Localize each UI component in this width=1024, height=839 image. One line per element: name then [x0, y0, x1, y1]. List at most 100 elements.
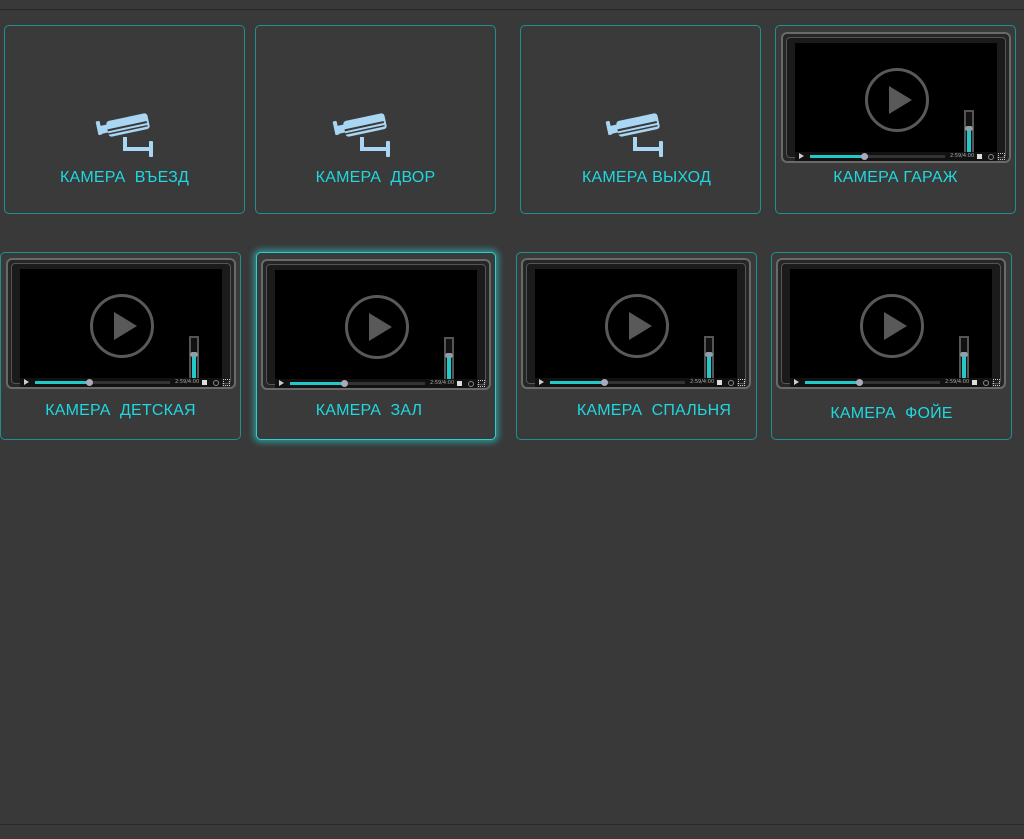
settings-icon[interactable]: [213, 380, 219, 386]
time-readout: 2:59/4:00: [430, 380, 455, 386]
camera-tile-garazh[interactable]: 2:59/4:00 КАМЕРА ГАРАЖ: [775, 25, 1016, 214]
seek-progress: [550, 381, 604, 384]
video-player[interactable]: 2:59/4:00: [781, 32, 1011, 163]
seek-knob[interactable]: [601, 379, 608, 386]
camera-label: КАМЕРА ВЫХОД: [581, 169, 712, 186]
camera-tile-detskaya[interactable]: 2:59/4:00 КАМЕРА ДЕТСКАЯ: [0, 252, 241, 440]
volume-slider[interactable]: [964, 110, 974, 156]
settings-icon[interactable]: [468, 381, 474, 387]
speaker-icon[interactable]: [202, 380, 207, 385]
volume-level: [192, 353, 196, 380]
video-screen[interactable]: [20, 269, 222, 382]
volume-level: [447, 354, 451, 381]
fullscreen-icon[interactable]: [998, 153, 1005, 160]
bottom-divider: [0, 824, 1024, 825]
settings-icon[interactable]: [728, 380, 734, 386]
player-frame: 2:59/4:00: [786, 37, 1006, 161]
fullscreen-icon[interactable]: [223, 379, 230, 386]
seek-progress: [810, 155, 864, 158]
seek-knob[interactable]: [341, 380, 348, 387]
camera-tile-spalnya[interactable]: 2:59/4:00 КАМЕРА СПАЛЬНЯ: [516, 252, 757, 440]
camera-tile-zal[interactable]: 2:59/4:00 КАМЕРА ЗАЛ: [256, 252, 496, 440]
camera-label: КАМЕРА ЗАЛ: [315, 402, 423, 419]
video-screen[interactable]: [790, 269, 992, 382]
camera-label: КАМЕРА ВЪЕЗД: [59, 169, 189, 186]
volume-knob[interactable]: [705, 352, 713, 357]
volume-knob[interactable]: [190, 352, 198, 357]
video-screen[interactable]: [535, 269, 737, 382]
seek-progress: [35, 381, 89, 384]
video-player[interactable]: 2:59/4:00: [6, 258, 236, 389]
player-controls: 2:59/4:00: [535, 378, 745, 387]
time-readout: 2:59/4:00: [175, 379, 200, 385]
seek-knob[interactable]: [86, 379, 93, 386]
seek-bar[interactable]: [550, 379, 685, 386]
fullscreen-icon[interactable]: [738, 379, 745, 386]
seek-knob[interactable]: [856, 379, 863, 386]
seek-bar[interactable]: [805, 379, 940, 386]
player-controls: 2:59/4:00: [795, 152, 1005, 161]
video-player[interactable]: 2:59/4:00: [261, 259, 491, 390]
player-frame: 2:59/4:00: [11, 263, 231, 387]
play-icon[interactable]: [345, 295, 409, 359]
play-icon[interactable]: [865, 68, 929, 132]
top-divider: [0, 9, 1024, 10]
small-play-icon[interactable]: [799, 153, 804, 159]
video-player[interactable]: 2:59/4:00: [521, 258, 751, 389]
volume-knob[interactable]: [960, 352, 968, 357]
seek-progress: [290, 382, 344, 385]
camera-tile-vyhod[interactable]: КАМЕРА ВЫХОД: [520, 25, 761, 214]
speaker-icon[interactable]: [972, 380, 977, 385]
speaker-icon[interactable]: [457, 381, 462, 386]
volume-slider[interactable]: [444, 337, 454, 383]
volume-knob[interactable]: [445, 353, 453, 358]
player-frame: 2:59/4:00: [526, 263, 746, 387]
volume-level: [707, 353, 711, 380]
fullscreen-icon[interactable]: [478, 380, 485, 387]
fullscreen-icon[interactable]: [993, 379, 1000, 386]
small-play-icon[interactable]: [24, 379, 29, 385]
player-frame: 2:59/4:00: [781, 263, 1001, 387]
volume-slider[interactable]: [704, 336, 714, 382]
small-play-icon[interactable]: [794, 379, 799, 385]
time-readout: 2:59/4:00: [950, 153, 975, 159]
seek-progress: [805, 381, 859, 384]
time-readout: 2:59/4:00: [945, 379, 970, 385]
player-controls: 2:59/4:00: [790, 378, 1000, 387]
volume-slider[interactable]: [189, 336, 199, 382]
play-icon[interactable]: [605, 294, 669, 358]
video-screen[interactable]: [275, 270, 477, 383]
player-frame: 2:59/4:00: [266, 264, 486, 388]
video-screen[interactable]: [795, 43, 997, 156]
camera-tile-foye[interactable]: 2:59/4:00 КАМЕРА ФОЙЕ: [771, 252, 1012, 440]
play-icon[interactable]: [860, 294, 924, 358]
volume-level: [962, 353, 966, 380]
camera-label: КАМЕРА ДЕТСКАЯ: [45, 402, 196, 419]
settings-icon[interactable]: [983, 380, 989, 386]
seek-bar[interactable]: [35, 379, 170, 386]
volume-slider[interactable]: [959, 336, 969, 382]
seek-bar[interactable]: [810, 153, 945, 160]
player-controls: 2:59/4:00: [275, 379, 485, 388]
play-icon[interactable]: [90, 294, 154, 358]
settings-icon[interactable]: [988, 154, 994, 160]
camera-label: КАМЕРА ГАРАЖ: [833, 169, 958, 186]
camera-tile-dvor[interactable]: КАМЕРА ДВОР: [255, 25, 496, 214]
player-controls: 2:59/4:00: [20, 378, 230, 387]
camera-tile-vezd[interactable]: КАМЕРА ВЪЕЗД: [4, 25, 245, 214]
volume-level: [967, 127, 971, 154]
video-player[interactable]: 2:59/4:00: [776, 258, 1006, 389]
speaker-icon[interactable]: [717, 380, 722, 385]
small-play-icon[interactable]: [279, 380, 284, 386]
time-readout: 2:59/4:00: [690, 379, 715, 385]
small-play-icon[interactable]: [539, 379, 544, 385]
volume-knob[interactable]: [965, 126, 973, 131]
seek-bar[interactable]: [290, 380, 425, 387]
security-camera-icon: [95, 113, 153, 157]
camera-label: КАМЕРА ДВОР: [315, 169, 436, 186]
speaker-icon[interactable]: [977, 154, 982, 159]
camera-label: КАМЕРА СПАЛЬНЯ: [576, 402, 732, 419]
camera-label: КАМЕРА ФОЙЕ: [830, 405, 953, 422]
security-camera-icon: [605, 113, 663, 157]
seek-knob[interactable]: [861, 153, 868, 160]
